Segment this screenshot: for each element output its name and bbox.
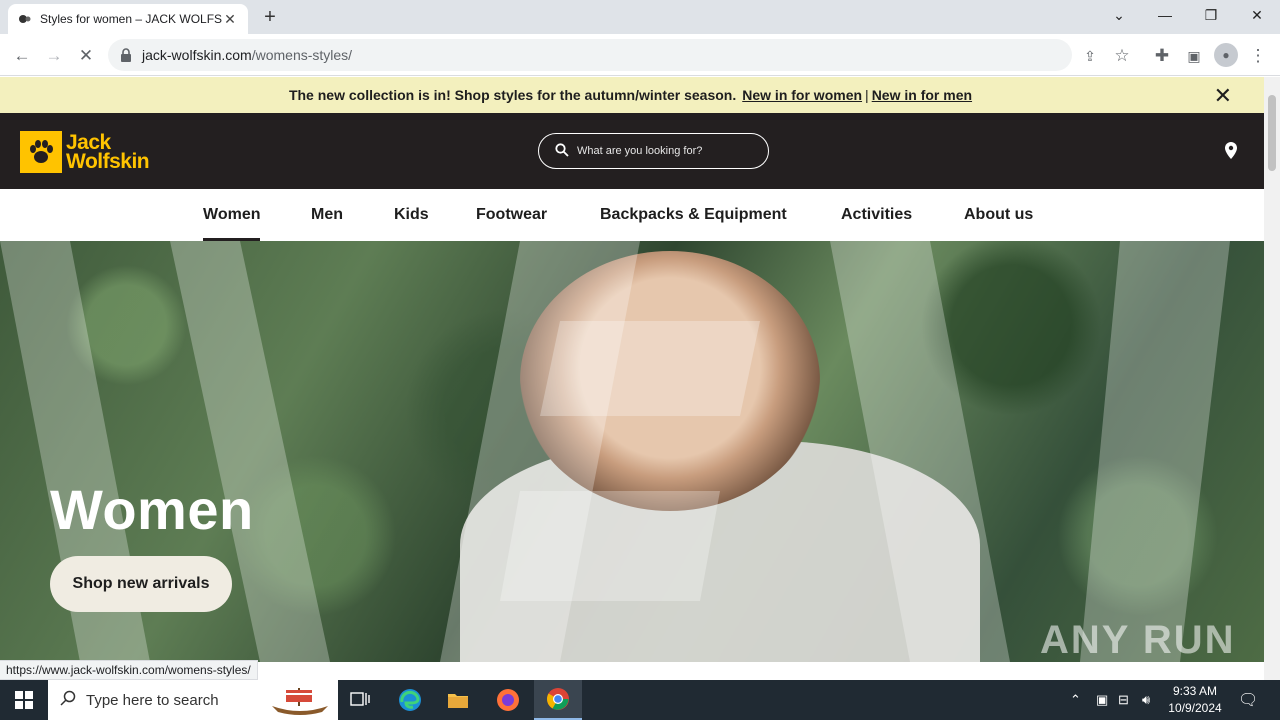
brand-line-2: Wolfskin bbox=[66, 150, 150, 173]
search-icon bbox=[555, 142, 569, 160]
browser-toolbar: ← → ✕ jack-wolfskin.com/womens-styles/ ⇪… bbox=[0, 34, 1280, 76]
taskbar-clock[interactable]: 9:33 AM 10/9/2024 bbox=[1160, 683, 1230, 717]
clock-date: 10/9/2024 bbox=[1168, 701, 1222, 715]
close-banner-icon[interactable]: ✕ bbox=[1214, 83, 1232, 109]
task-view-icon[interactable] bbox=[336, 680, 384, 720]
side-panel-icon[interactable]: ▣ bbox=[1180, 42, 1208, 70]
hero-title: Women bbox=[50, 478, 254, 541]
taskbar-search-box[interactable]: Type here to search bbox=[48, 680, 338, 720]
windows-taskbar: Type here to search ⌃ ▣ ⊟ 🔊︎ 9:33 AM 10/… bbox=[0, 680, 1280, 720]
profile-avatar-icon[interactable]: ● bbox=[1214, 43, 1238, 67]
close-tab-icon[interactable]: ✕ bbox=[222, 11, 238, 28]
network-icon[interactable]: ⊟ bbox=[1118, 680, 1129, 720]
browser-tab[interactable]: Styles for women – JACK WOLFSKIN ✕ bbox=[8, 4, 248, 34]
windows-logo-icon bbox=[15, 691, 33, 709]
site-favicon-icon bbox=[18, 12, 32, 26]
main-navigation: Women Men Kids Footwear Backpacks & Equi… bbox=[0, 189, 1264, 241]
nav-item-activities[interactable]: Activities bbox=[841, 189, 912, 241]
taskbar-search-placeholder: Type here to search bbox=[86, 691, 219, 709]
extensions-icon[interactable]: ✚ bbox=[1148, 42, 1176, 70]
paw-logo-icon bbox=[20, 131, 62, 173]
back-button[interactable]: ← bbox=[8, 42, 36, 70]
site-search-box[interactable] bbox=[538, 133, 769, 169]
nav-item-footwear[interactable]: Footwear bbox=[476, 189, 547, 241]
nav-item-backpacks-equipment[interactable]: Backpacks & Equipment bbox=[600, 189, 787, 241]
browser-menu-icon[interactable]: ⋮ bbox=[1244, 42, 1272, 70]
chrome-icon[interactable] bbox=[534, 680, 582, 720]
banner-link-men[interactable]: New in for men bbox=[872, 87, 972, 103]
forward-button[interactable]: → bbox=[40, 42, 68, 70]
nav-item-women[interactable]: Women bbox=[203, 189, 261, 241]
site-header: Jack Wolfskin bbox=[0, 113, 1264, 189]
stop-loading-button[interactable]: ✕ bbox=[72, 42, 100, 70]
nav-item-men[interactable]: Men bbox=[311, 189, 343, 241]
shop-new-arrivals-button[interactable]: Shop new arrivals bbox=[50, 556, 232, 612]
anyrun-watermark: ANY RUN bbox=[1040, 618, 1236, 662]
page-scrollbar[interactable] bbox=[1264, 77, 1280, 680]
restore-button[interactable]: ❐ bbox=[1188, 0, 1234, 30]
minimize-button[interactable]: — bbox=[1142, 0, 1188, 30]
brand-wordmark: Jack Wolfskin bbox=[66, 132, 150, 173]
tab-search-icon[interactable]: ⌄ bbox=[1096, 0, 1142, 30]
banner-separator: | bbox=[865, 87, 869, 103]
volume-icon[interactable]: 🔊︎ bbox=[1142, 680, 1150, 720]
tab-title: Styles for women – JACK WOLFSKIN bbox=[40, 12, 222, 26]
browser-tab-strip: Styles for women – JACK WOLFSKIN ✕ + ⌄ —… bbox=[0, 0, 1280, 34]
link-status-bar: https://www.jack-wolfskin.com/womens-sty… bbox=[0, 660, 258, 680]
brand-logo[interactable]: Jack Wolfskin bbox=[20, 131, 150, 173]
notifications-icon[interactable]: 🗨︎ bbox=[1238, 680, 1258, 720]
nav-item-kids[interactable]: Kids bbox=[394, 189, 429, 241]
taskbar-search-icon bbox=[60, 690, 76, 710]
tray-device-icon[interactable]: ▣ bbox=[1096, 680, 1108, 720]
banner-text: The new collection is in! Shop styles fo… bbox=[288, 87, 737, 103]
url-host: jack-wolfskin.com bbox=[142, 47, 252, 63]
file-explorer-icon[interactable] bbox=[434, 680, 482, 720]
share-icon[interactable]: ⇪ bbox=[1076, 42, 1104, 70]
firefox-icon[interactable] bbox=[484, 680, 532, 720]
search-input[interactable] bbox=[577, 145, 757, 157]
close-window-button[interactable]: ✕ bbox=[1234, 0, 1280, 30]
lock-icon bbox=[120, 48, 134, 62]
windows-start-button[interactable] bbox=[0, 680, 48, 720]
bookmark-star-icon[interactable]: ☆ bbox=[1108, 42, 1136, 70]
store-locator-icon[interactable] bbox=[1222, 141, 1240, 161]
new-tab-button[interactable]: + bbox=[258, 6, 282, 30]
page-viewport: The new collection is in! Shop styles fo… bbox=[0, 77, 1264, 662]
viking-ship-icon bbox=[272, 688, 328, 715]
banner-link-women[interactable]: New in for women bbox=[742, 87, 862, 103]
hero-banner: Women Shop new arrivals ANY RUN bbox=[0, 241, 1264, 662]
scrollbar-thumb[interactable] bbox=[1268, 95, 1276, 171]
edge-browser-icon[interactable] bbox=[386, 680, 434, 720]
tray-chevron-icon[interactable]: ⌃ bbox=[1070, 680, 1081, 720]
promo-banner: The new collection is in! Shop styles fo… bbox=[0, 77, 1264, 113]
address-bar[interactable]: jack-wolfskin.com/womens-styles/ bbox=[108, 39, 1072, 71]
url-path: /womens-styles/ bbox=[251, 47, 353, 63]
clock-time: 9:33 AM bbox=[1172, 684, 1218, 698]
nav-item-about-us[interactable]: About us bbox=[964, 189, 1033, 241]
